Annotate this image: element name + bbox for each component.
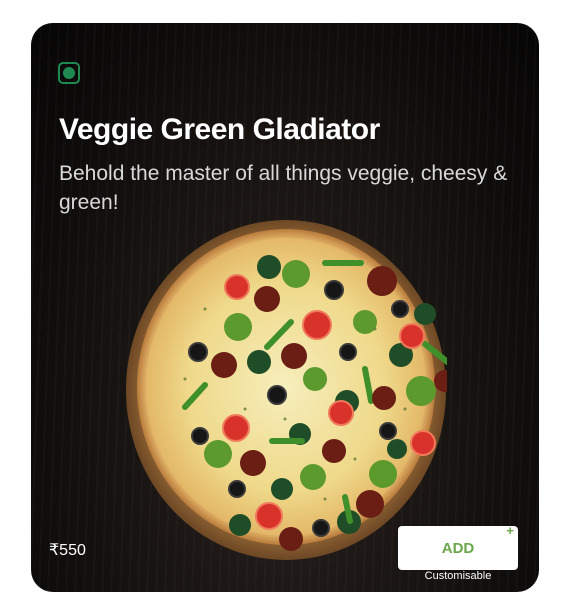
plus-icon: + <box>506 523 514 538</box>
veg-indicator-icon <box>58 62 80 84</box>
product-card[interactable]: Veggie Green Gladiator Behold the master… <box>31 23 539 592</box>
product-title: Veggie Green Gladiator <box>59 113 380 146</box>
add-to-cart-button[interactable]: ADD + <box>398 523 518 570</box>
add-button-label: ADD <box>441 539 475 557</box>
product-description: Behold the master of all things veggie, … <box>59 162 508 214</box>
customisable-label: Customisable <box>424 570 492 582</box>
product-price: ₹550 <box>49 542 86 559</box>
veg-indicator-dot <box>63 67 75 79</box>
pizza-image <box>126 220 447 560</box>
